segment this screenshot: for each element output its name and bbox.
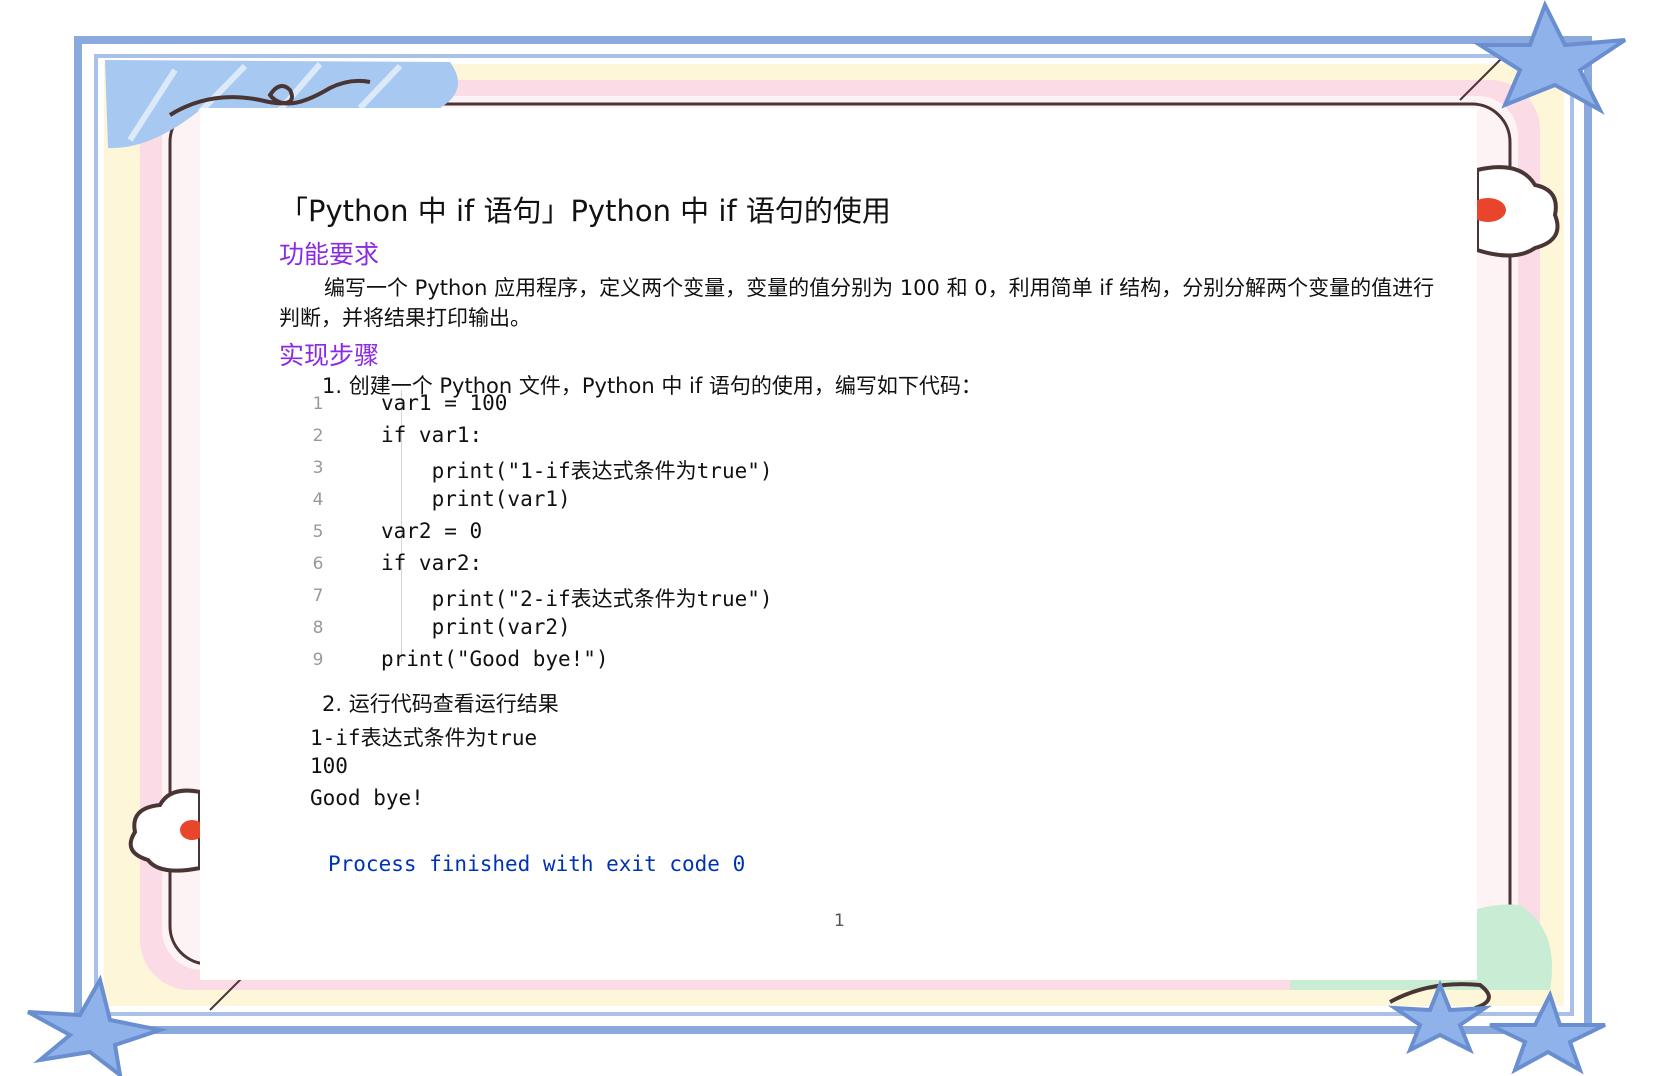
code-line-number: 7 <box>312 586 324 606</box>
code-line-number: 2 <box>312 426 324 446</box>
output-line: 1-if表达式条件为true <box>310 726 538 750</box>
document-page: 「Python 中 if 语句」Python 中 if 语句的使用 功能要求 编… <box>200 108 1477 980</box>
section-heading-requirements: 功能要求 <box>279 240 380 269</box>
code-line-number: 5 <box>312 522 324 542</box>
code-line-number: 4 <box>312 490 324 510</box>
process-finished-line: Process finished with exit code 0 <box>328 852 746 876</box>
code-line: print("2-if表达式条件为true") <box>431 587 773 611</box>
code-line: print(var2) <box>431 615 571 639</box>
step-2-text: 2. 运行代码查看运行结果 <box>322 692 559 716</box>
requirements-paragraph: 编写一个 Python 应用程序，定义两个变量，变量的值分别为 100 和 0，… <box>279 276 1435 330</box>
code-line-number: 6 <box>312 554 324 574</box>
code-line: print("Good bye!") <box>381 647 609 671</box>
section-heading-steps: 实现步骤 <box>279 341 380 370</box>
code-line-number: 9 <box>312 650 324 670</box>
code-line: var2 = 0 <box>381 519 483 543</box>
code-line: if var2: <box>381 551 483 575</box>
code-line-number: 1 <box>312 394 324 414</box>
output-line: 100 <box>310 754 348 778</box>
code-line: print("1-if表达式条件为true") <box>431 459 773 483</box>
code-line-number: 3 <box>312 458 324 478</box>
code-line-number: 8 <box>312 618 324 638</box>
code-line: print(var1) <box>431 487 571 511</box>
page-number: 1 <box>834 911 845 931</box>
code-line: var1 = 100 <box>381 391 508 415</box>
document-title: 「Python 中 if 语句」Python 中 if 语句的使用 <box>279 194 891 228</box>
code-line: if var1: <box>381 423 483 447</box>
output-line: Good bye! <box>310 786 424 810</box>
